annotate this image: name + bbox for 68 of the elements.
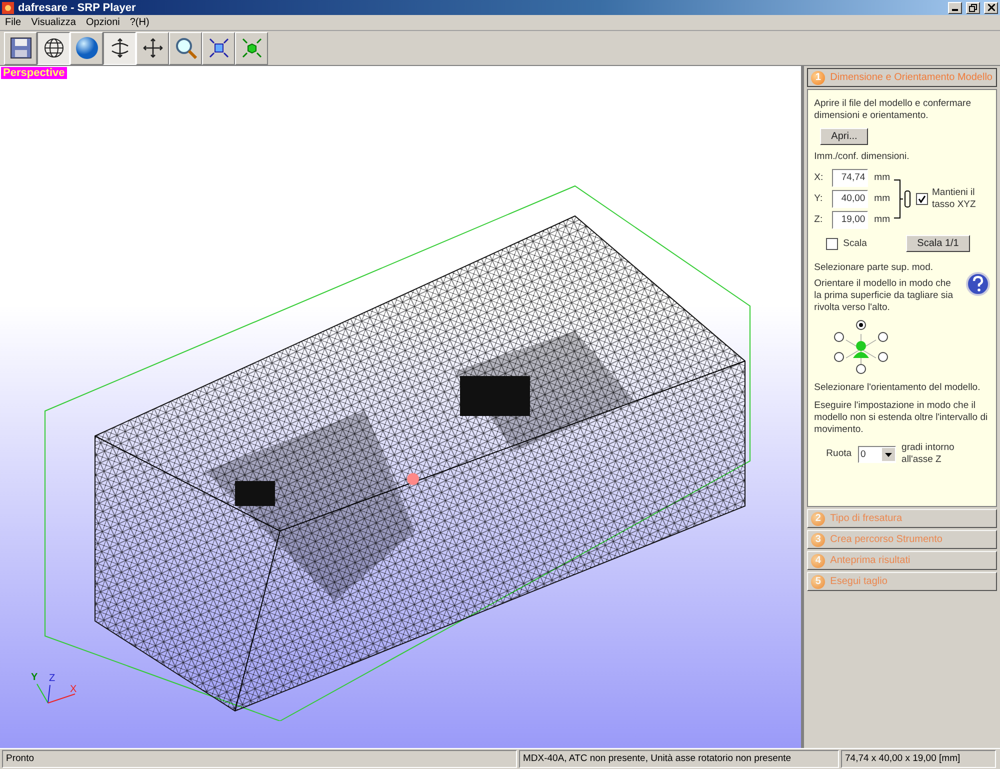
axis-gizmo-drawing: X Y Z (25, 666, 95, 716)
rotate-suffix: gradi intorno all'asse Z (902, 442, 956, 466)
orientation-radio[interactable] (834, 332, 844, 342)
rotate-label: Ruota (826, 448, 852, 460)
menu-item[interactable]: ?(H) (124, 17, 154, 28)
toolbar-button[interactable] (103, 32, 136, 64)
orientation-radio[interactable] (834, 352, 844, 362)
section-label: Imm./conf. dimensioni. (814, 151, 910, 163)
app-icon (2, 2, 14, 14)
save-icon (10, 37, 32, 59)
menu-item[interactable]: Visualizza (26, 17, 81, 28)
orientation-radio[interactable] (878, 352, 888, 362)
dimension-field[interactable]: 74,74 (832, 169, 868, 187)
instruction-text: Orientare il modello in modo che la prima superficie da tagliare sia rivolta verso l'alto. (814, 278, 954, 314)
expand-icon (208, 37, 230, 59)
window-title: dafresare - SRP Player (18, 2, 137, 14)
step-title: Anteprima risultati (830, 554, 910, 566)
scale-button[interactable]: Scala 1/1 (906, 235, 970, 252)
model-figure-icon (844, 334, 878, 364)
instruction-text: Aprire il file del modello e confermare dimensioni e orientamento. (814, 98, 972, 122)
close-icon (988, 4, 994, 11)
status-text: MDX-40A, ATC non presente, Unità asse rotatorio non presente (519, 750, 839, 768)
axis-label: Y: (814, 193, 824, 205)
orientation-radio[interactable] (856, 364, 866, 374)
axis-label: Z: (814, 214, 824, 226)
orientation-radio[interactable] (878, 332, 888, 342)
close-button[interactable] (984, 2, 998, 14)
status-text: Pronto (2, 750, 517, 768)
section-label: Selezionare l'orientamento del modello. (814, 382, 982, 394)
checkbox[interactable] (826, 238, 838, 250)
step-number: 5 (811, 574, 826, 588)
step-number: 1 (811, 70, 826, 84)
checkbox[interactable] (916, 193, 928, 205)
step-title: Dimensione e Orientamento Modello (830, 72, 992, 84)
minimize-button[interactable] (948, 2, 962, 14)
zoom-icon (174, 37, 196, 59)
toolbar-button[interactable] (37, 32, 70, 64)
step-number: 2 (811, 512, 826, 526)
open-button[interactable]: Apri... (820, 128, 868, 145)
globe-icon (42, 37, 64, 59)
checkbox-label: Mantieni il tasso XYZ (932, 187, 977, 211)
instruction-text: Eseguire l'impostazione in modo che il modello non si estenda oltre l'intervallo di movimento. (814, 400, 989, 436)
orientation-radio[interactable] (856, 320, 866, 330)
view-mode-label: Perspective (1, 67, 67, 79)
menu-item[interactable]: File (0, 17, 26, 28)
axis-label: X: (814, 172, 824, 184)
dimension-field[interactable]: 19,00 (832, 211, 868, 229)
step-title: Crea percorso Strumento (830, 534, 942, 546)
cube-icon (240, 37, 262, 59)
dimension-field[interactable]: 40,00 (832, 190, 868, 208)
step-title: Tipo di fresatura (830, 512, 902, 524)
checkmark-icon (918, 195, 926, 203)
move-icon (142, 37, 164, 59)
help-icon[interactable] (966, 272, 990, 296)
section-label: Selezionare parte sup. mod. (814, 262, 934, 274)
unit-label: mm (874, 214, 890, 226)
rotation-dropdown[interactable]: 0 (858, 446, 896, 462)
menu-item[interactable]: Opzioni (80, 17, 125, 28)
sphere-icon (74, 36, 98, 60)
step-number: 3 (811, 532, 826, 546)
step-number: 4 (811, 554, 826, 568)
unit-label: mm (874, 193, 890, 205)
step-title: Esegui taglio (830, 576, 888, 588)
restore-icon (969, 4, 977, 12)
checkbox-label: Scala (843, 238, 868, 250)
unit-label: mm (874, 172, 890, 184)
restore-button[interactable] (966, 2, 980, 14)
status-text: 74,74 x 40,00 x 19,00 [mm] (841, 750, 996, 768)
